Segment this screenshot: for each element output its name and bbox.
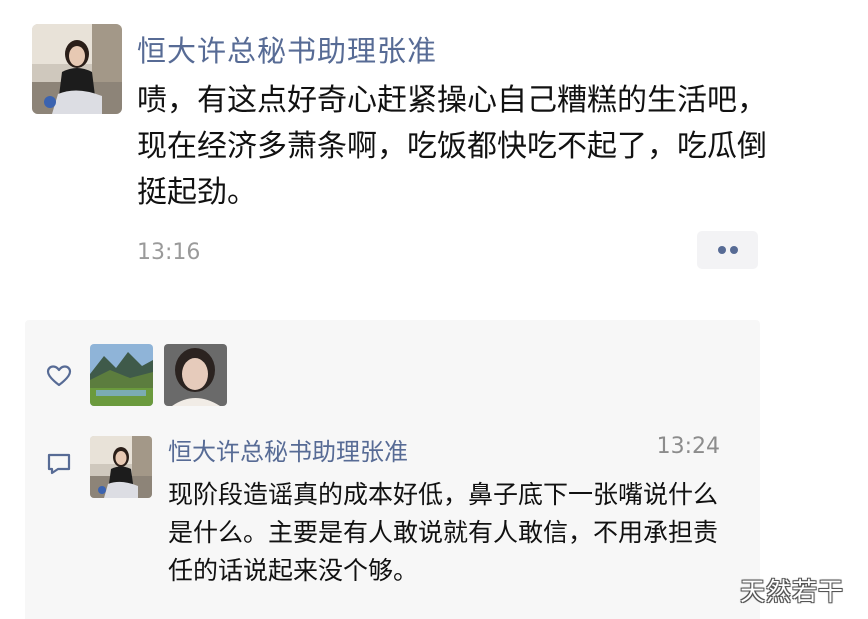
landscape-avatar	[90, 344, 153, 406]
author-avatar[interactable]	[32, 24, 122, 114]
moments-post: 恒大许总秘书助理张准 啧，有这点好奇心赶紧操心自己糟糕的生活吧，现在经济多萧条啊…	[0, 0, 868, 619]
heart-outline-icon	[46, 365, 72, 387]
author-name[interactable]: 恒大许总秘书助理张准	[137, 28, 437, 70]
more-dots-icon	[718, 246, 726, 254]
comment-author-avatar[interactable]	[90, 436, 152, 498]
more-button[interactable]	[697, 231, 758, 269]
more-dots-icon	[730, 246, 738, 254]
comment-text[interactable]: 现阶段造谣真的成本好低，鼻子底下一张嘴说什么是什么。主要是有人敢说就有人敢信，不…	[168, 476, 728, 590]
liker-avatar[interactable]	[164, 344, 227, 406]
post-text: 啧，有这点好奇心赶紧操心自己糟糕的生活吧，现在经济多萧条啊，吃饭都快吃不起了，吃…	[137, 83, 767, 210]
woman-portrait-avatar	[164, 344, 227, 406]
author-avatar-photo	[32, 24, 122, 114]
comment-timestamp: 13:24	[656, 434, 720, 459]
comment-author-name[interactable]: 恒大许总秘书助理张准	[168, 432, 408, 467]
post-timestamp: 13:16	[137, 240, 201, 265]
watermark-text: 天然若干	[740, 577, 845, 606]
liker-avatar[interactable]	[90, 344, 153, 406]
comment-bubble-icon	[47, 453, 71, 475]
comment-author-avatar-photo	[90, 436, 152, 498]
